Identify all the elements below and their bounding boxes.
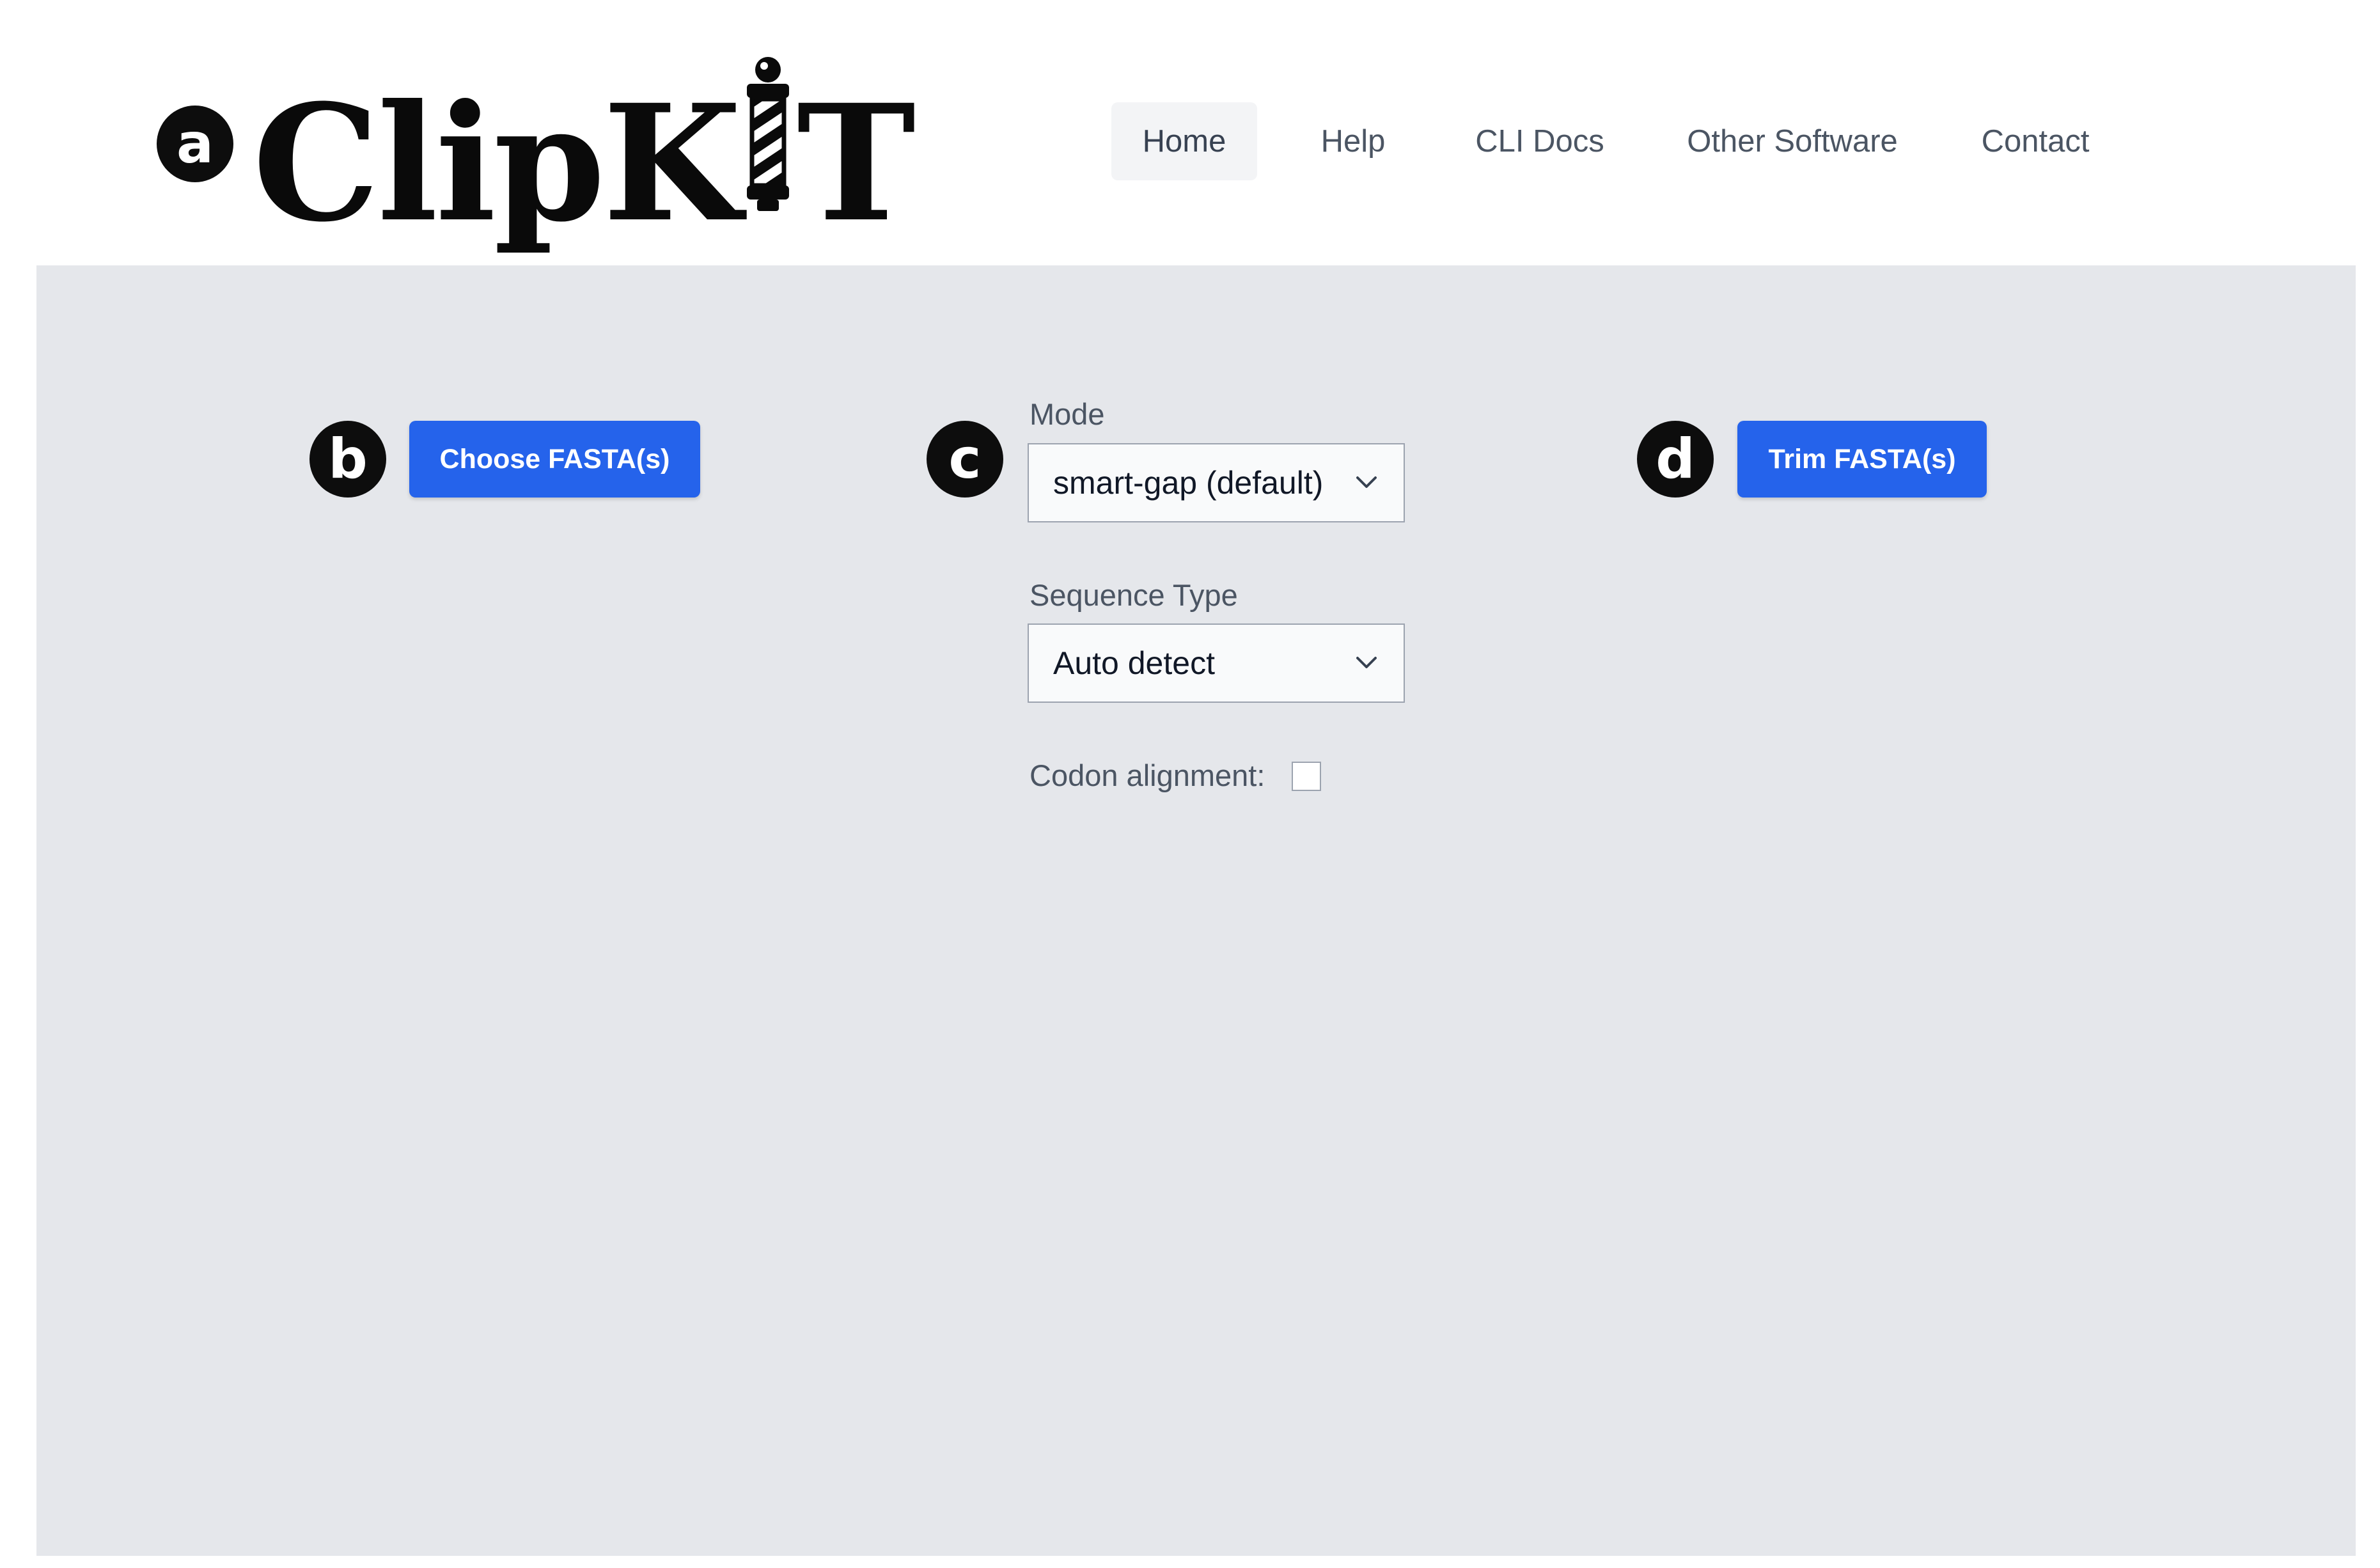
badge-d: d — [1637, 421, 1714, 498]
mode-label: Mode — [1030, 397, 1105, 431]
sequence-type-select-value: Auto detect — [1053, 645, 1215, 681]
nav-help[interactable]: Help — [1302, 102, 1404, 180]
mode-select[interactable]: smart-gap (default) — [1028, 443, 1405, 522]
trim-fasta-button[interactable]: Trim FASTA(s) — [1737, 421, 1987, 498]
chevron-down-icon — [1356, 476, 1377, 488]
badge-c: c — [927, 421, 1003, 498]
nav-contact[interactable]: Contact — [1962, 102, 2109, 180]
chevron-down-icon — [1356, 657, 1377, 668]
top-nav: Home Help CLI Docs Other Software Contac… — [0, 102, 2380, 180]
badge-b: b — [309, 421, 386, 498]
nav-other-software[interactable]: Other Software — [1674, 102, 1911, 180]
sequence-type-select[interactable]: Auto detect — [1028, 623, 1405, 703]
codon-alignment-label: Codon alignment: — [1030, 758, 1265, 792]
codon-alignment-checkbox[interactable] — [1292, 762, 1321, 791]
site-header: a ClipK T Home Help CLI Docs Other Softw… — [0, 0, 2380, 265]
nav-home[interactable]: Home — [1111, 102, 1257, 180]
sequence-type-label: Sequence Type — [1030, 578, 1238, 612]
mode-select-value: smart-gap (default) — [1053, 465, 1324, 501]
main-panel: b Choose FASTA(s) c Mode smart-gap (defa… — [36, 265, 2356, 1556]
nav-cli-docs[interactable]: CLI Docs — [1457, 102, 1623, 180]
choose-fasta-button[interactable]: Choose FASTA(s) — [409, 421, 700, 498]
